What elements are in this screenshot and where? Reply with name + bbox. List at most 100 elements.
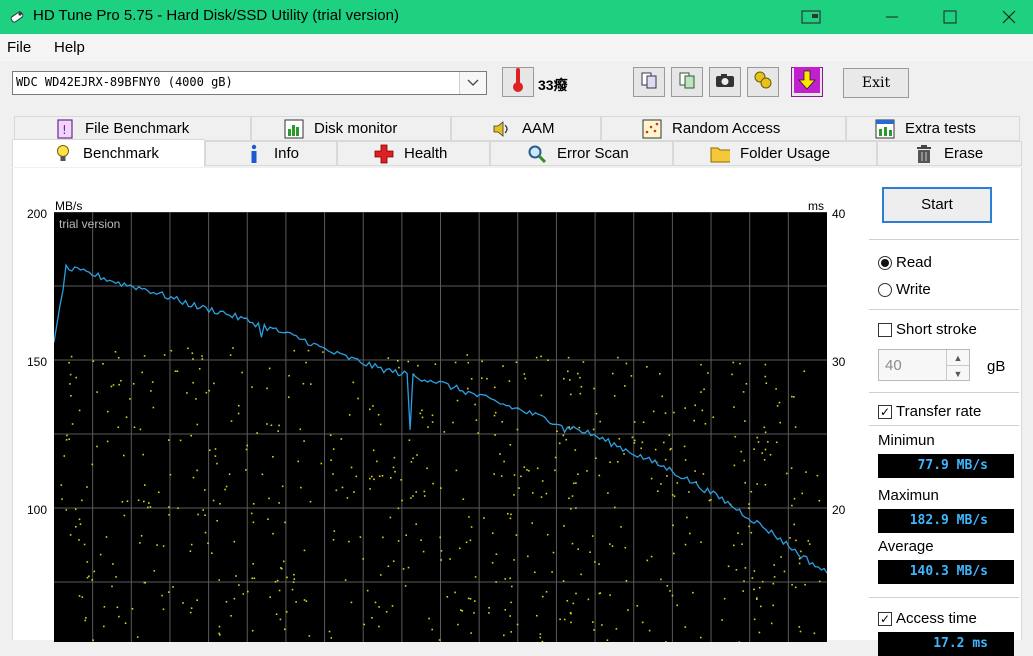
- access-time-point: [509, 615, 511, 617]
- access-time-point: [773, 576, 776, 578]
- access-time-point: [85, 617, 87, 619]
- short-stroke-spinner[interactable]: 40 ▲ ▼: [878, 349, 970, 381]
- spin-up-icon[interactable]: ▲: [946, 350, 969, 365]
- access-time-point: [153, 570, 156, 572]
- access-time-point: [579, 376, 581, 379]
- access-time-point: [572, 602, 575, 605]
- access-time-point: [473, 612, 475, 614]
- tab-extra-tests[interactable]: Extra tests: [846, 116, 1020, 141]
- access-time-point: [228, 473, 231, 475]
- tab-disk-monitor[interactable]: Disk monitor: [251, 116, 451, 141]
- access-time-point: [630, 375, 633, 377]
- access-time-point: [202, 509, 204, 511]
- access-time-point: [733, 464, 736, 467]
- access-time-point: [672, 524, 674, 527]
- screenshot-button[interactable]: [709, 67, 741, 97]
- transfer-rate-checkbox[interactable]: ✓ Transfer rate: [878, 403, 981, 420]
- access-time-point: [432, 482, 434, 485]
- access-time-point: [598, 563, 600, 565]
- access-time-point: [556, 430, 558, 433]
- access-time-point: [733, 544, 735, 547]
- access-time-point: [673, 495, 676, 498]
- tab-aam[interactable]: AAM: [451, 116, 601, 141]
- exit-button[interactable]: Exit: [843, 68, 909, 98]
- access-time-point: [330, 459, 332, 461]
- access-time-point: [268, 367, 271, 370]
- access-time-point: [60, 484, 63, 486]
- access-time-point: [348, 540, 350, 543]
- access-time-point: [568, 497, 570, 500]
- access-time-point: [659, 373, 661, 375]
- download-arrow-icon: [794, 66, 820, 98]
- tab-health[interactable]: Health: [337, 141, 490, 166]
- access-time-point: [528, 469, 530, 472]
- tab-random-access[interactable]: Random Access: [601, 116, 846, 141]
- menu-help[interactable]: Help: [54, 39, 85, 56]
- access-time-point: [190, 543, 193, 546]
- minimize-icon[interactable]: [867, 0, 917, 34]
- read-radio[interactable]: Read: [878, 254, 932, 271]
- access-time-point: [791, 583, 793, 586]
- access-time-point: [671, 594, 674, 597]
- access-time-point: [467, 361, 470, 364]
- access-time-point: [743, 459, 745, 462]
- close-icon[interactable]: [984, 0, 1033, 34]
- tab-folder-usage[interactable]: Folder Usage: [673, 141, 877, 166]
- access-time-point: [91, 463, 94, 466]
- restore-tray-icon[interactable]: [786, 0, 836, 34]
- access-time-point: [577, 548, 579, 550]
- access-time-checkbox[interactable]: ✓ Access time: [878, 610, 977, 627]
- access-time-point: [580, 573, 582, 576]
- options-button[interactable]: [747, 67, 779, 97]
- access-time-point: [363, 623, 366, 626]
- access-time-point: [137, 499, 140, 501]
- tab-erase[interactable]: Erase: [877, 141, 1022, 166]
- access-time-point: [284, 628, 286, 631]
- access-time-point: [470, 526, 473, 528]
- access-time-point: [112, 384, 115, 386]
- y-right-tick-20: 20: [832, 503, 846, 517]
- short-stroke-checkbox[interactable]: Short stroke: [878, 321, 977, 338]
- access-time-point: [794, 426, 797, 428]
- access-time-point: [607, 492, 609, 494]
- start-button[interactable]: Start: [882, 187, 992, 223]
- access-time-point: [535, 356, 538, 359]
- access-time-point: [648, 629, 651, 632]
- spin-down-icon[interactable]: ▼: [946, 365, 969, 381]
- chevron-down-icon[interactable]: [459, 72, 486, 94]
- access-time-point: [142, 453, 144, 456]
- access-time-point: [305, 600, 308, 602]
- access-time-point: [102, 363, 104, 365]
- write-radio[interactable]: Write: [878, 281, 931, 298]
- access-time-point: [673, 411, 675, 414]
- access-time-point: [272, 532, 274, 535]
- access-time-point: [578, 426, 581, 429]
- access-time-point: [569, 379, 571, 381]
- access-time-point: [141, 371, 143, 374]
- tab-file-benchmark[interactable]: ! File Benchmark: [14, 116, 251, 141]
- menu-file[interactable]: File: [7, 39, 31, 56]
- access-time-point: [488, 612, 490, 614]
- access-time-point: [78, 409, 81, 412]
- camera-icon: [715, 72, 735, 93]
- access-time-point: [764, 431, 767, 434]
- copy-info-button[interactable]: [633, 67, 665, 97]
- save-button[interactable]: [791, 66, 823, 98]
- app-disk-icon: [9, 8, 25, 24]
- temperature-button[interactable]: [502, 67, 534, 97]
- tab-benchmark[interactable]: Benchmark: [12, 139, 205, 167]
- tab-info[interactable]: Info: [205, 141, 337, 166]
- access-time-point: [389, 516, 392, 519]
- tab-error-scan[interactable]: Error Scan: [490, 141, 673, 166]
- access-time-point: [416, 454, 418, 456]
- access-time-point: [587, 598, 590, 601]
- copy-all-button[interactable]: [671, 67, 703, 97]
- access-time-point: [232, 347, 234, 349]
- access-time-point: [410, 461, 413, 463]
- access-time-point: [504, 609, 507, 611]
- access-time-point: [278, 589, 281, 592]
- access-time-point: [540, 394, 543, 397]
- access-time-point: [488, 607, 490, 609]
- maximize-icon[interactable]: [925, 0, 975, 34]
- drive-select[interactable]: WDC WD42EJRX-89BFNY0 (4000 gB): [12, 71, 487, 95]
